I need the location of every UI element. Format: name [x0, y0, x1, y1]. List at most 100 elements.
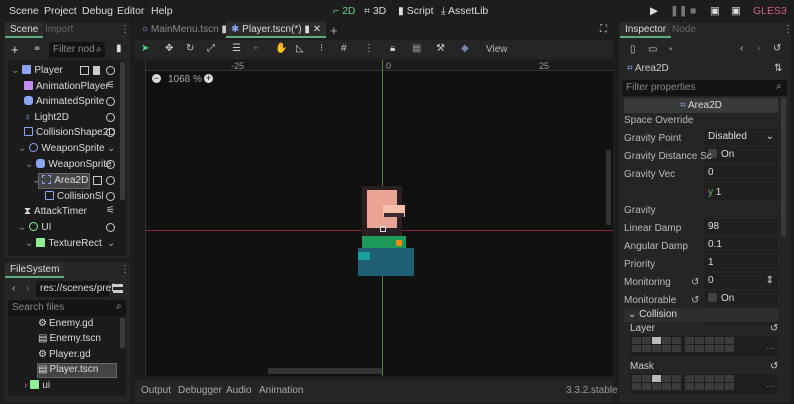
- visibility-icon[interactable]: [106, 160, 115, 169]
- workspace-assetlib[interactable]: ⤓ AssetLib: [441, 5, 488, 18]
- layer-bit[interactable]: [642, 337, 651, 344]
- layer-bit[interactable]: [685, 375, 694, 382]
- tree-node-weaponsprite-child[interactable]: ⌄ WeaponSprite: [25, 157, 112, 173]
- path-input[interactable]: res://scenes/pref: [36, 281, 114, 297]
- zoom-out-button[interactable]: −: [152, 74, 161, 83]
- menu-editor[interactable]: Editor: [117, 5, 144, 17]
- collapse-icon[interactable]: ⌄: [107, 238, 115, 249]
- forward-icon[interactable]: ›: [26, 283, 29, 294]
- bit-grid[interactable]: [632, 337, 734, 352]
- snap-options-icon[interactable]: ⋮: [364, 43, 374, 54]
- play-icon[interactable]: ▶: [650, 5, 658, 17]
- tab-debugger[interactable]: Debugger: [178, 385, 222, 396]
- layer-bit[interactable]: [652, 337, 661, 344]
- view-menu[interactable]: View: [486, 44, 508, 55]
- folder-ui[interactable]: › ui: [24, 378, 50, 394]
- gravity-vec-y[interactable]: y 1: [704, 185, 778, 201]
- layer-bit[interactable]: [662, 345, 671, 352]
- zoom-reset-button[interactable]: +: [204, 74, 213, 83]
- layer-bit[interactable]: [695, 375, 704, 382]
- layer-bit[interactable]: [672, 375, 681, 382]
- play-scene-icon[interactable]: ▣: [710, 5, 720, 17]
- tree-node-texturerect[interactable]: ⌄ TextureRect: [25, 236, 102, 252]
- tab-import[interactable]: Import: [40, 22, 78, 38]
- pan-tool-icon[interactable]: ✋: [275, 43, 287, 54]
- workspace-script[interactable]: ▮ Script: [398, 5, 434, 17]
- camera-override-icon[interactable]: ◆: [461, 43, 469, 54]
- lock-icon[interactable]: 🔒︎: [390, 43, 395, 54]
- save-icon[interactable]: ▪: [669, 44, 673, 55]
- filter-properties-input[interactable]: Filter properties: [622, 80, 787, 96]
- attach-script-icon[interactable]: ▮: [116, 43, 122, 54]
- layer-bit[interactable]: [725, 383, 734, 390]
- layer-bit[interactable]: [725, 337, 734, 344]
- add-node-icon[interactable]: +: [11, 42, 19, 57]
- layer-bit[interactable]: [695, 337, 704, 344]
- layer-bit[interactable]: [685, 345, 694, 352]
- layer-bit[interactable]: [725, 375, 734, 382]
- layer-bit[interactable]: [662, 383, 671, 390]
- tab-node[interactable]: Node: [667, 22, 701, 38]
- layer-bit[interactable]: [632, 345, 641, 352]
- tree-node-animatedsprite[interactable]: AnimatedSprite: [24, 94, 104, 110]
- layer-bit[interactable]: [685, 337, 694, 344]
- scene-tree-scrollbar[interactable]: [120, 62, 125, 200]
- visibility-icon[interactable]: [106, 192, 115, 201]
- file-enemy-tscn[interactable]: ▤ Enemy.tscn: [38, 331, 101, 347]
- visibility-icon[interactable]: [106, 66, 115, 75]
- pivot-tool-icon[interactable]: ⌖: [253, 43, 259, 54]
- zoom-level[interactable]: 1068 %: [168, 74, 202, 85]
- tree-node-animationplayer[interactable]: AnimationPlayer: [24, 79, 109, 95]
- layer-bit[interactable]: [632, 375, 641, 382]
- workspace-3d[interactable]: ⌗ 3D: [364, 5, 386, 18]
- back-icon[interactable]: ‹: [12, 283, 15, 294]
- new-tab-icon[interactable]: +: [330, 23, 338, 38]
- layer-bit[interactable]: [705, 375, 714, 382]
- group-icon[interactable]: [93, 176, 102, 185]
- layer-bit[interactable]: [642, 375, 651, 382]
- distraction-free-icon[interactable]: ⛶: [600, 24, 607, 35]
- viewport-hscrollbar[interactable]: [268, 368, 382, 374]
- viewport-vscrollbar[interactable]: [606, 150, 611, 225]
- visibility-icon[interactable]: [106, 176, 115, 185]
- layer-bit[interactable]: [672, 383, 681, 390]
- layer-bit[interactable]: [642, 345, 651, 352]
- play-custom-scene-icon[interactable]: ▣: [731, 5, 741, 17]
- visibility-icon[interactable]: [106, 97, 115, 106]
- layer-bit[interactable]: [672, 337, 681, 344]
- tree-node-collisionshape2d[interactable]: CollisionShape2D: [24, 125, 116, 141]
- tree-node-ui[interactable]: ⌄ UI: [18, 220, 51, 236]
- smart-snap-icon[interactable]: ⁝: [320, 43, 323, 54]
- dock-menu-icon[interactable]: ⋮: [120, 24, 130, 35]
- tab-player[interactable]: ✱ Player.tscn(*) ▮ ✕: [226, 22, 327, 38]
- layer-bit[interactable]: [662, 337, 671, 344]
- select-tool-icon[interactable]: ➤: [141, 43, 149, 54]
- workspace-2d[interactable]: ⌐ 2D: [333, 5, 356, 17]
- group-icon[interactable]: [80, 66, 89, 75]
- file-player-gd[interactable]: ⚙ Player.gd: [38, 347, 91, 363]
- menu-scene[interactable]: Scene: [9, 5, 39, 17]
- file-player-tscn[interactable]: ▤ Player.tscn: [38, 362, 98, 378]
- layer-bit[interactable]: [662, 375, 671, 382]
- inspector-scrollbar[interactable]: [781, 98, 786, 236]
- layer-bit[interactable]: [652, 375, 661, 382]
- split-mode-icon[interactable]: [113, 284, 123, 293]
- menu-project[interactable]: Project: [44, 5, 77, 17]
- layer-bit[interactable]: [695, 383, 704, 390]
- tab-inspector[interactable]: Inspector: [620, 22, 672, 38]
- search-files-input[interactable]: Search files: [8, 300, 126, 316]
- layer-bit[interactable]: [715, 345, 724, 352]
- file-enemy-gd[interactable]: ⚙ Enemy.gd: [38, 316, 93, 332]
- layer-bit[interactable]: [652, 383, 661, 390]
- menu-help[interactable]: Help: [151, 5, 173, 17]
- visibility-icon[interactable]: [106, 223, 115, 232]
- layer-bit[interactable]: [642, 383, 651, 390]
- tab-scene[interactable]: Scene: [5, 22, 44, 38]
- rotate-tool-icon[interactable]: ↻: [186, 43, 194, 54]
- tab-output[interactable]: Output: [141, 385, 171, 396]
- layer-bit[interactable]: [632, 337, 641, 344]
- collision-section[interactable]: ⌄ Collision: [624, 308, 778, 322]
- layer-bit[interactable]: [705, 383, 714, 390]
- revert-icon[interactable]: ↺: [770, 323, 778, 334]
- tree-node-player[interactable]: ⌄ Player: [11, 63, 63, 79]
